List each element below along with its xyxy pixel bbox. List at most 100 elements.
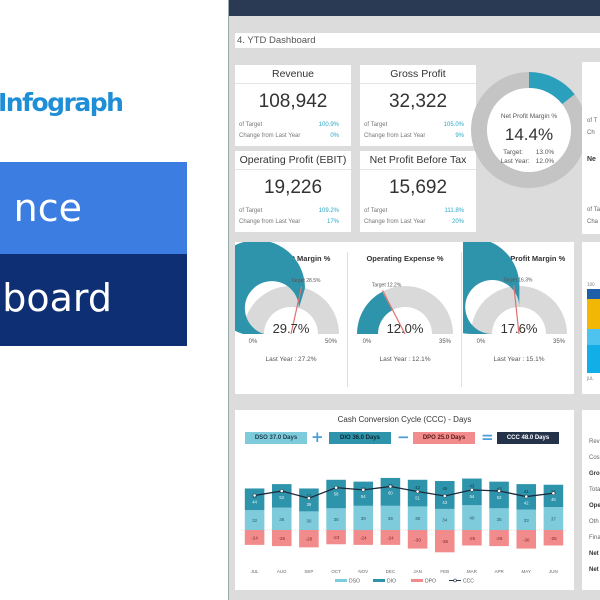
gauge-max-label: 50%: [325, 339, 338, 345]
pl-row: Net: [589, 567, 599, 573]
side-axis-bottom: JUL: [587, 376, 594, 381]
ccc-point: [307, 496, 311, 501]
gauge-last-year: Last Year : 15.1%: [493, 356, 545, 363]
label-dpo: -23: [333, 535, 340, 540]
ccc-value-label: 54: [470, 494, 475, 499]
label-dio: 43: [415, 485, 421, 490]
excel-window: 4. YTD Dashboard Revenue 108,942 of Targ…: [228, 0, 600, 600]
kpi-value: 15,692: [388, 177, 448, 198]
label-dso: 33: [524, 518, 530, 523]
gauge-svg: Target 12.2% 12.0% 0% 35%: [357, 282, 453, 345]
x-tick-label: FEB: [440, 569, 449, 574]
kpi-target-label: of Target: [364, 122, 388, 128]
window-title-bar: [229, 0, 600, 16]
ccc-value-label: 39: [307, 502, 312, 507]
kpi-change-label: Change from Last Year: [364, 219, 426, 225]
label-dio: 41: [524, 489, 530, 494]
side-bar-chart: 100 JUL: [582, 242, 600, 394]
pl-row: Tota: [589, 487, 600, 493]
side-kpi-row: Ch: [587, 130, 595, 136]
legend-label: DSO: [349, 579, 360, 585]
ccc-point: [279, 489, 284, 493]
donut-target-value: 13.0%: [536, 149, 555, 156]
kpi-target-value: 111.8%: [444, 208, 464, 214]
label-dso: 39: [361, 516, 367, 521]
divider: [461, 252, 462, 387]
ccc-value-label: 58: [334, 492, 339, 497]
kpi-target-value: 100.9%: [318, 122, 339, 128]
promo-banner-bottom: board: [0, 254, 187, 346]
kpi-target-label: of Target: [239, 208, 263, 214]
label-dso: 30: [306, 519, 312, 524]
kpi-change-value: 0%: [330, 133, 339, 139]
brand-logo: Infograph: [0, 88, 124, 117]
label-dpo: -36: [441, 539, 448, 544]
label-dpo: -26: [278, 536, 285, 541]
ccc-point: [497, 489, 501, 493]
kpi-target-label: of Target: [239, 122, 263, 128]
ccc-value-label: 51: [415, 496, 420, 501]
ccc-point: [470, 488, 474, 492]
kpi-card-ebit: Operating Profit (EBIT) 19,226 of Target…: [235, 151, 351, 232]
label-dio: 45: [442, 486, 448, 491]
donut-last-year-value: 12.0%: [536, 158, 555, 165]
label-dpo: -28: [306, 537, 313, 542]
gauge-max-label: 35%: [553, 339, 566, 345]
x-tick-label: MAR: [467, 569, 478, 574]
side-bar-seg: [587, 299, 600, 329]
label-dpo: -24: [251, 535, 258, 540]
ccc-value-label: 54: [361, 494, 366, 499]
ccc-point: [442, 494, 447, 498]
kpi-change-value: 9%: [455, 133, 464, 139]
label-dso: 35: [334, 517, 340, 522]
pl-row: Ope: [589, 503, 600, 509]
label-dpo: -25: [550, 536, 557, 541]
gauge-value: 17.6%: [501, 321, 538, 336]
label-dpo: -24: [360, 535, 367, 540]
x-tick-label: JUN: [549, 569, 558, 574]
legend-marker-ccc: [453, 578, 457, 583]
side-bar-seg: [587, 289, 600, 299]
kpi-target-label: of Target: [364, 208, 388, 214]
donut-last-year-label: Last Year:: [501, 158, 530, 165]
promo-banner-top: nce: [0, 162, 187, 254]
pl-row: Net: [589, 551, 599, 557]
ccc-stacked-bar-chart: 3235-24JUL3638-26AUG3037-28SEP3546-23OCT…: [241, 477, 567, 585]
pl-row: Gro: [589, 471, 600, 477]
label-dso: 39: [388, 516, 394, 521]
gauge-value: 29.7%: [273, 321, 310, 336]
ccc-point: [388, 484, 393, 489]
kpi-change-value: 17%: [326, 219, 339, 225]
legend-label: DIO: [387, 579, 396, 585]
ccc-value-label: 52: [279, 495, 284, 500]
kpi-value: 19,226: [263, 177, 323, 198]
side-kpi-row: Ne: [587, 156, 596, 163]
label-dso: 38: [415, 516, 421, 521]
gauge-last-year: Last Year : 12.1%: [379, 356, 431, 363]
donut-target-label: Target:: [503, 149, 523, 156]
label-dso: 35: [497, 517, 503, 522]
side-pl-table: Rev Cos Gro Tota Ope Oth Fina Net Net: [582, 410, 600, 590]
donut-chart: Net Profit Margin % 14.4% Target: 13.0% …: [471, 72, 587, 188]
side-kpi-row: Cha: [587, 219, 599, 225]
gauge-last-year: Last Year : 27.2%: [265, 356, 317, 363]
kpi-change-label: Change from Last Year: [239, 133, 301, 139]
label-dpo: -30: [523, 537, 530, 542]
label-dpo: -25: [469, 536, 476, 541]
gauge-max-label: 35%: [439, 339, 452, 345]
ccc-point: [252, 493, 257, 498]
x-tick-label: JUL: [251, 569, 259, 574]
x-tick-label: MAY: [522, 569, 531, 574]
side-bar-seg: [587, 329, 600, 345]
x-tick-label: APR: [494, 569, 504, 574]
bar-dio: [543, 484, 564, 508]
pl-row: Fina: [589, 535, 600, 541]
gauge-min-label: 0%: [249, 339, 258, 345]
label-dio: 43: [469, 484, 475, 489]
net-profit-margin-donut: Net Profit Margin % 14.4% Target: 13.0% …: [469, 70, 589, 190]
kpi-title: Revenue: [235, 65, 351, 84]
label-dso: 36: [279, 517, 285, 522]
gauge-gross-profit-margin: Gross Profit Margin % Target 28.5%29.7%0…: [235, 242, 347, 394]
gauge-target-label: Target 16.3%: [503, 277, 533, 283]
label-dso: 34: [442, 517, 448, 522]
